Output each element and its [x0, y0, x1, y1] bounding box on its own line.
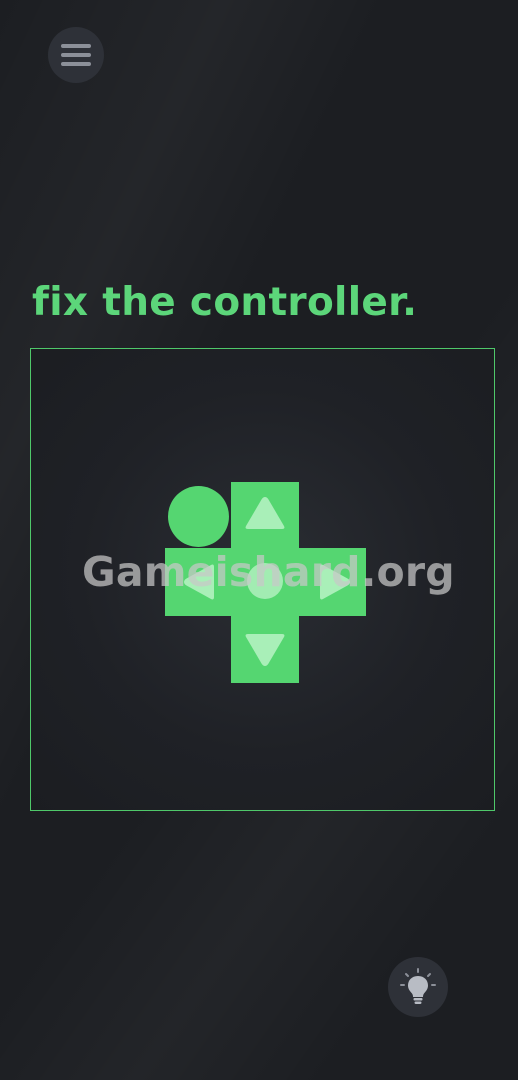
up-arrow-icon[interactable] — [243, 494, 287, 532]
hint-button[interactable] — [388, 957, 448, 1017]
lightbulb-icon — [400, 968, 436, 1004]
menu-button[interactable] — [48, 27, 104, 83]
level-title: fix the controller. — [32, 280, 418, 325]
left-arrow-icon[interactable] — [181, 562, 217, 602]
right-arrow-icon[interactable] — [317, 562, 353, 602]
hamburger-menu-icon — [61, 44, 91, 66]
loose-ball-piece[interactable] — [168, 486, 229, 547]
dpad-center-button[interactable] — [247, 563, 283, 599]
down-arrow-icon[interactable] — [243, 631, 287, 669]
